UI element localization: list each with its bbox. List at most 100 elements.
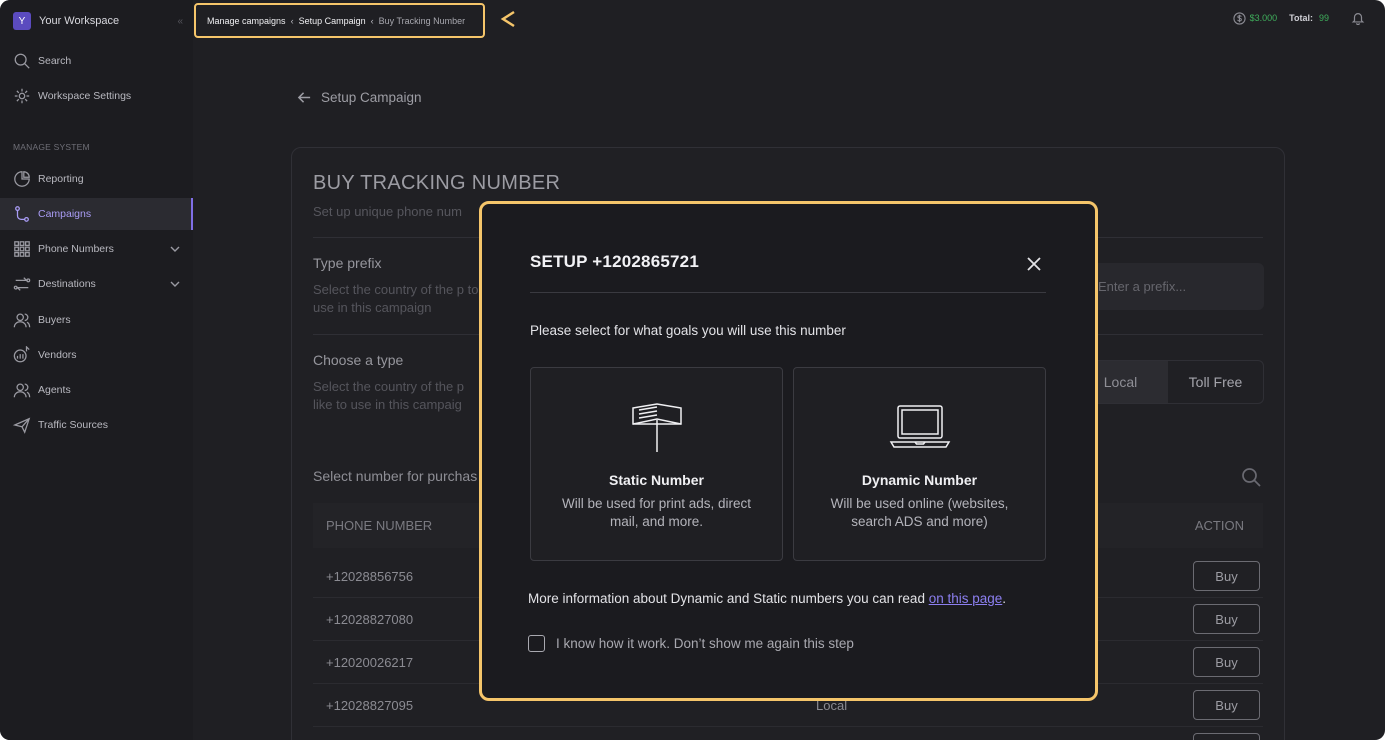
select-number-label: Select number for purchas bbox=[313, 468, 478, 484]
sidebar-item-label: Workspace Settings bbox=[38, 90, 132, 102]
sidebar-item-label: Phone Numbers bbox=[38, 243, 114, 255]
search-icon[interactable] bbox=[1241, 467, 1261, 487]
modal-info-text: More information about Dynamic and Stati… bbox=[528, 591, 1006, 606]
type-description: Select the country of the p like to use … bbox=[313, 379, 465, 412]
buy-button[interactable]: Buy bbox=[1193, 647, 1260, 677]
vendor-chart-icon bbox=[13, 346, 30, 363]
type-label: Choose a type bbox=[313, 352, 404, 368]
breadcrumb-separator: ‹ bbox=[370, 15, 374, 26]
arrows-icon bbox=[13, 277, 31, 291]
arrow-left-icon bbox=[297, 92, 311, 103]
balance-value: $3.000 bbox=[1249, 13, 1278, 23]
info-text: More information about Dynamic and Stati… bbox=[528, 591, 929, 606]
sidebar-item-buyers[interactable]: Buyers bbox=[0, 304, 193, 336]
option-description: Will be used online (websites, search AD… bbox=[830, 496, 1009, 529]
type-option-toll-free[interactable]: Toll Free bbox=[1168, 361, 1263, 403]
page-subtitle: Set up unique phone num bbox=[313, 204, 462, 219]
annotation-arrow-icon bbox=[500, 10, 606, 28]
buy-button[interactable]: Buy bbox=[1193, 690, 1260, 720]
section-label: MANAGE SYSTEM bbox=[13, 142, 90, 152]
phone-number: +12028827080 bbox=[326, 612, 414, 627]
page-title: BUY TRACKING NUMBER bbox=[313, 172, 561, 194]
total-count: Total: 99 bbox=[1289, 13, 1329, 23]
sidebar-item-destinations[interactable]: Destinations bbox=[0, 268, 193, 300]
breadcrumb-separator: ‹ bbox=[290, 15, 294, 26]
checkbox-box[interactable] bbox=[528, 635, 545, 652]
dynamic-number-option[interactable]: Dynamic Number Will be used online (webs… bbox=[793, 367, 1046, 561]
prefix-description: Select the country of the p to use in th… bbox=[313, 282, 479, 315]
sidebar-item-workspace-settings[interactable]: Workspace Settings bbox=[0, 80, 193, 112]
sidebar: Y Your Workspace « Search Workspace Sett… bbox=[0, 0, 193, 740]
collapse-sidebar-icon[interactable]: « bbox=[177, 16, 183, 27]
buy-button[interactable] bbox=[1193, 733, 1260, 740]
pie-chart-icon bbox=[14, 171, 30, 187]
dollar-icon bbox=[1232, 11, 1246, 25]
chevron-down-icon[interactable] bbox=[169, 243, 181, 255]
top-right-bar: $3.000 Total: 99 bbox=[1232, 11, 1365, 25]
search-icon bbox=[14, 53, 30, 69]
checkbox-label: I know how it work. Don’t show me again … bbox=[556, 636, 854, 651]
phone-number: +12028856756 bbox=[326, 569, 414, 584]
total-label: Total: bbox=[1289, 13, 1313, 23]
static-number-option[interactable]: Static Number Will be used for print ads… bbox=[530, 367, 783, 561]
workspace-avatar: Y bbox=[13, 12, 31, 30]
sidebar-item-search[interactable]: Search bbox=[0, 45, 193, 77]
sidebar-item-label: Search bbox=[38, 55, 72, 67]
breadcrumb-item-current: Buy Tracking Number bbox=[378, 15, 466, 26]
back-link-label: Setup Campaign bbox=[321, 90, 422, 105]
close-icon[interactable] bbox=[1026, 256, 1042, 272]
table-row bbox=[313, 727, 1263, 740]
agents-icon bbox=[13, 383, 31, 398]
breadcrumb: Manage campaigns ‹ Setup Campaign ‹ Buy … bbox=[194, 3, 485, 38]
option-description: Will be used for print ads, direct mail,… bbox=[561, 496, 752, 529]
total-value: 99 bbox=[1318, 13, 1329, 23]
column-header-action: ACTION bbox=[1194, 518, 1244, 533]
gear-icon bbox=[14, 88, 30, 104]
bell-icon[interactable] bbox=[1351, 11, 1365, 25]
breadcrumb-item-setup-campaign[interactable]: Setup Campaign bbox=[299, 16, 366, 26]
phone-number: +12028827095 bbox=[326, 698, 414, 713]
option-title: Dynamic Number bbox=[861, 472, 978, 488]
type-toggle: Local Toll Free bbox=[1072, 360, 1264, 404]
modal-question: Please select for what goals you will us… bbox=[530, 323, 846, 338]
sidebar-item-label: Destinations bbox=[38, 278, 96, 290]
sidebar-item-label: Agents bbox=[38, 384, 71, 396]
grid-icon bbox=[14, 241, 30, 257]
sidebar-item-agents[interactable]: Agents bbox=[0, 374, 193, 406]
phone-number: +12020026217 bbox=[326, 655, 414, 670]
buy-button[interactable]: Buy bbox=[1193, 604, 1260, 634]
dont-show-again-checkbox[interactable]: I know how it work. Don’t show me again … bbox=[528, 635, 854, 652]
laptop-icon bbox=[889, 405, 950, 448]
prefix-input[interactable]: Enter a prefix... bbox=[1088, 263, 1264, 310]
modal-title: SETUP +1202865721 bbox=[530, 252, 699, 271]
billboard-icon bbox=[631, 403, 682, 452]
chevron-down-icon[interactable] bbox=[169, 278, 181, 290]
sidebar-item-label: Traffic Sources bbox=[38, 419, 109, 431]
setup-number-modal: SETUP +1202865721 Please select for what… bbox=[479, 201, 1098, 701]
sidebar-item-label: Vendors bbox=[38, 349, 77, 361]
sidebar-item-reporting[interactable]: Reporting bbox=[0, 163, 193, 195]
sidebar-item-traffic-sources[interactable]: Traffic Sources bbox=[0, 409, 193, 441]
workspace-name: Your Workspace bbox=[39, 15, 120, 27]
balance: $3.000 bbox=[1232, 11, 1278, 25]
sidebar-item-label: Buyers bbox=[38, 314, 71, 326]
sidebar-item-label: Reporting bbox=[38, 173, 84, 185]
send-icon bbox=[13, 417, 31, 434]
back-link[interactable]: Setup Campaign bbox=[297, 90, 422, 105]
column-header-phone-number: PHONE NUMBER bbox=[326, 518, 433, 533]
info-link[interactable]: on this page bbox=[929, 591, 1003, 606]
option-title: Static Number bbox=[609, 472, 704, 488]
buy-button[interactable]: Buy bbox=[1193, 561, 1260, 591]
workspace-switcher[interactable]: Y Your Workspace « bbox=[13, 12, 183, 30]
sidebar-item-label: Campaigns bbox=[38, 208, 92, 220]
app-frame: Y Your Workspace « Search Workspace Sett… bbox=[0, 0, 1385, 740]
modal-divider bbox=[530, 292, 1046, 293]
prefix-label: Type prefix bbox=[313, 255, 382, 271]
users-icon bbox=[13, 313, 31, 328]
info-end: . bbox=[1002, 591, 1007, 606]
route-icon bbox=[15, 206, 29, 222]
sidebar-item-campaigns[interactable]: Campaigns bbox=[0, 198, 193, 230]
sidebar-item-vendors[interactable]: Vendors bbox=[0, 339, 193, 371]
breadcrumb-item-manage-campaigns[interactable]: Manage campaigns bbox=[207, 16, 286, 26]
sidebar-item-phone-numbers[interactable]: Phone Numbers bbox=[0, 233, 193, 265]
